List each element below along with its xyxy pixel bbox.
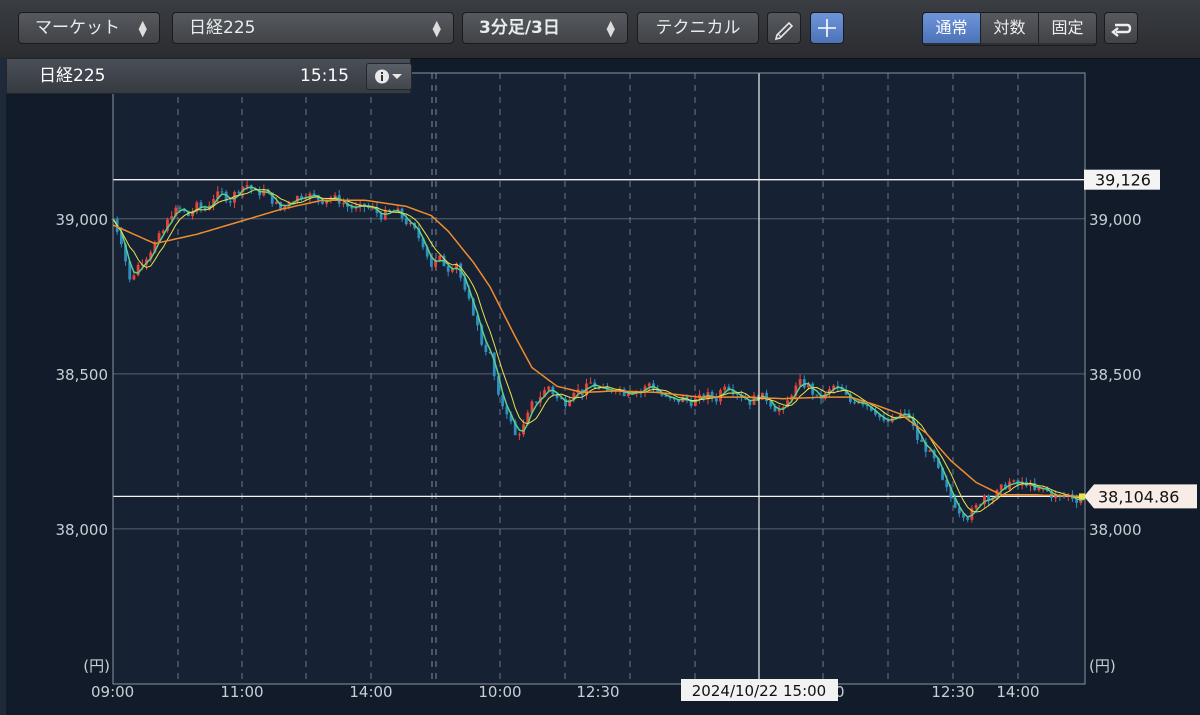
- svg-text:39,126: 39,126: [1095, 171, 1151, 190]
- y-unit-label-left: (円): [83, 657, 110, 675]
- candle-body: [928, 450, 932, 452]
- chart-area[interactable]: 39,126 38,104.86 39,000 39,000 38,500 38,500 3…: [0, 0, 1200, 715]
- info-icon: [375, 69, 402, 84]
- x-tick-label: 12:30: [931, 683, 974, 701]
- candle-body: [228, 201, 232, 203]
- candle-body: [484, 344, 488, 352]
- y-tick-label-right: 38,500: [1089, 366, 1142, 384]
- candle-body: [237, 191, 241, 193]
- candle-body: [920, 439, 924, 442]
- candle-body: [974, 504, 978, 509]
- candle-body: [966, 517, 970, 520]
- info-time: 15:15: [300, 66, 349, 86]
- candle-body: [547, 386, 551, 390]
- candle-body: [714, 397, 718, 402]
- candle-body: [132, 275, 136, 280]
- candle-body: [274, 201, 278, 204]
- x-tick-label: 11:00: [220, 683, 263, 701]
- candle-body: [626, 393, 630, 397]
- x-tick-label: 14:00: [349, 683, 392, 701]
- candle-body: [1012, 480, 1016, 482]
- candle-body: [178, 207, 182, 209]
- info-menu-button[interactable]: [366, 63, 412, 90]
- y-unit-label-right: (円): [1089, 657, 1116, 675]
- x-tick-label: 09:00: [91, 683, 134, 701]
- candle-body: [534, 401, 538, 403]
- candle-body: [886, 420, 890, 422]
- candle-body: [589, 382, 593, 384]
- crosshair-label: 2024/10/22 15:00: [681, 679, 838, 701]
- candle-body: [220, 191, 224, 193]
- info-bar: 日経225 15:15: [6, 58, 412, 94]
- candle-body: [517, 434, 521, 436]
- y-tick-label-right: 38,000: [1089, 521, 1142, 539]
- plot-background: [113, 73, 1085, 684]
- x-tick-label: 14:00: [996, 683, 1039, 701]
- candle-body: [245, 185, 249, 187]
- candle-body: [446, 266, 450, 272]
- candle-body: [999, 484, 1003, 491]
- candle-body: [815, 394, 819, 396]
- y-tick-label-left: 39,000: [56, 211, 109, 229]
- candle-body: [798, 379, 802, 386]
- candle-body: [647, 383, 651, 387]
- candle-body: [723, 386, 727, 391]
- y-tick-label-left: 38,000: [56, 521, 109, 539]
- y-tick-label-left: 38,500: [56, 366, 109, 384]
- svg-text:2024/10/22 15:00: 2024/10/22 15:00: [692, 682, 826, 700]
- price-line-label: 38,104.86: [1079, 484, 1197, 509]
- info-symbol: 日経225: [39, 66, 106, 86]
- x-tick-label: 10:00: [478, 683, 521, 701]
- price-line-label: 39,126: [1084, 169, 1160, 190]
- svg-text:38,104.86: 38,104.86: [1098, 487, 1179, 506]
- y-tick-label-right: 39,000: [1089, 211, 1142, 229]
- candle-body: [853, 402, 856, 404]
- x-tick-label: 12:30: [576, 683, 619, 701]
- candle-body: [342, 203, 345, 205]
- candle-body: [438, 255, 442, 261]
